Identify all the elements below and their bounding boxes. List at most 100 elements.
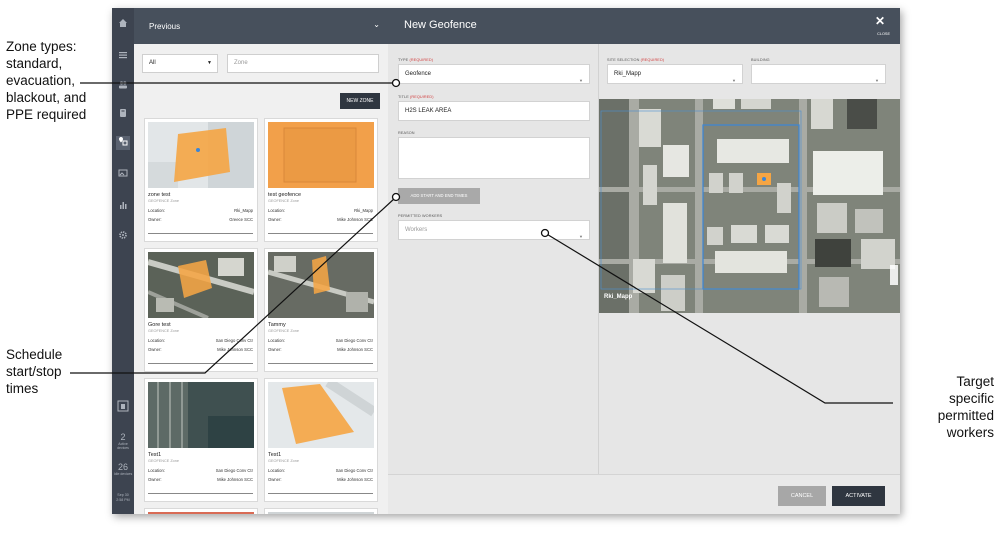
- gear-icon[interactable]: [116, 230, 130, 244]
- chevron-down-icon: ▼: [732, 78, 736, 83]
- zone-owner: Mike Johnson SCC: [337, 217, 373, 222]
- close-icon[interactable]: ✕: [875, 14, 885, 28]
- zone-type: GEOFENCE Zone: [148, 329, 180, 333]
- zone-name: zone test: [148, 192, 171, 198]
- zone-thumbnail: [268, 382, 374, 448]
- card-divider: [268, 493, 373, 494]
- zone-search-input[interactable]: Zone: [227, 54, 379, 73]
- zone-card[interactable]: Test1 GEOFENCE Zone Location: San Diego C…: [264, 378, 378, 502]
- zone-card[interactable]: test geofence GEOFENCE Zone Location: Rki…: [264, 118, 378, 242]
- zone-location: Rki_Mapp: [234, 208, 253, 213]
- zone-card[interactable]: Gore test GEOFENCE Zone Location: San Die…: [144, 248, 258, 372]
- device-icon[interactable]: [116, 400, 130, 414]
- add-start-end-times-button[interactable]: ADD START AND END TIMES: [398, 188, 480, 204]
- location-label: Location:: [268, 338, 285, 343]
- form-footer: CANCEL ACTIVATE: [388, 474, 900, 514]
- zone-card[interactable]: Tammy GEOFENCE Zone Location: San Diego C…: [264, 248, 378, 372]
- location-label: Location:: [148, 338, 165, 343]
- building-select[interactable]: ▼: [751, 64, 886, 84]
- zone-name: Test1: [268, 452, 282, 458]
- filter-value: All: [149, 60, 156, 66]
- zone-card[interactable]: zone test GEOFENCE Zone Location: Rki_Map…: [144, 118, 258, 242]
- list-header-title: Previous: [149, 22, 181, 31]
- zone-card[interactable]: [144, 508, 258, 514]
- zone-name: test geofence: [268, 192, 302, 198]
- form-header: New Geofence ✕ CLOSE: [388, 8, 900, 44]
- card-divider: [148, 493, 253, 494]
- zone-name: Test1: [148, 452, 162, 458]
- location-label: Location:: [148, 468, 165, 473]
- idle-devices-stat: 26 Idle devices: [113, 462, 133, 476]
- zone-filter-select[interactable]: All ▼: [142, 54, 218, 73]
- type-label: TYPE (REQUIRED): [398, 58, 434, 62]
- card-divider: [148, 363, 253, 364]
- close-button-label[interactable]: CLOSE: [877, 32, 890, 36]
- nav-rail: 2 Active devices 26 Idle devices Sep 30 …: [112, 8, 134, 514]
- type-value: Geofence: [405, 71, 432, 77]
- chevron-down-icon[interactable]: ⌄: [373, 20, 380, 29]
- zone-location: San Diego Conv Ctr: [335, 468, 373, 473]
- zone-owner: Mike Johnson SCC: [217, 347, 253, 352]
- site-value: Rki_Mapp: [614, 71, 642, 77]
- badge-icon[interactable]: [116, 108, 130, 122]
- zone-location: Rki_Mapp: [354, 208, 373, 213]
- zone-thumbnail: [148, 252, 254, 318]
- callout-schedule: Schedule start/stop times: [6, 347, 63, 396]
- zone-thumbnail: [148, 122, 254, 188]
- active-devices-stat: 2 Active devices: [117, 432, 129, 450]
- card-divider: [148, 233, 253, 234]
- owner-label: Owner:: [268, 217, 282, 222]
- geofence-icon[interactable]: [116, 136, 130, 150]
- activate-button[interactable]: ACTIVATE: [832, 486, 885, 506]
- new-geofence-panel: New Geofence ✕ CLOSE TYPE (REQUIRED) Geo…: [388, 8, 900, 514]
- image-icon[interactable]: [116, 168, 130, 182]
- list-icon[interactable]: [116, 50, 130, 64]
- zone-type: GEOFENCE Zone: [268, 459, 300, 463]
- title-label: TITLE (REQUIRED): [398, 95, 434, 99]
- title-input[interactable]: H2S LEAK AREA: [398, 101, 590, 121]
- site-selection-label: SITE SELECTION (REQUIRED): [607, 58, 665, 62]
- owner-label: Owner:: [148, 217, 162, 222]
- building-label: BUILDING: [751, 58, 770, 62]
- site-map[interactable]: Rki_Mapp: [599, 99, 900, 313]
- zone-thumbnail: [148, 382, 254, 448]
- map-site-label: Rki_Mapp: [604, 294, 633, 300]
- app-window: 2 Active devices 26 Idle devices Sep 30 …: [112, 8, 900, 514]
- zone-thumbnail: [268, 252, 374, 318]
- new-zone-button[interactable]: NEW ZONE: [340, 93, 380, 109]
- owner-label: Owner:: [148, 477, 162, 482]
- people-icon[interactable]: [116, 80, 130, 94]
- zone-type: GEOFENCE Zone: [268, 199, 300, 203]
- zone-location: San Diego Conv Ctr: [215, 338, 253, 343]
- zone-location: San Diego Conv Ctr: [215, 468, 253, 473]
- chevron-down-icon: ▼: [579, 234, 583, 239]
- home-icon[interactable]: [116, 18, 130, 32]
- zone-card[interactable]: [264, 508, 378, 514]
- zone-name: Gore test: [148, 322, 171, 328]
- title-value: H2S LEAK AREA: [405, 108, 452, 114]
- location-label: Location:: [148, 208, 165, 213]
- permitted-workers-label: PERMITTED WORKERS: [398, 214, 443, 218]
- zone-owner: Mike Johnson SCC: [337, 477, 373, 482]
- reason-textarea[interactable]: [398, 137, 590, 179]
- card-divider: [268, 233, 373, 234]
- chevron-down-icon: ▼: [207, 60, 212, 66]
- zone-owner: Mike Johnson SCC: [217, 477, 253, 482]
- zone-thumbnail: [268, 512, 374, 514]
- zone-location: San Diego Conv Ctr: [335, 338, 373, 343]
- zoom-control[interactable]: [890, 265, 898, 285]
- chart-icon[interactable]: [116, 200, 130, 214]
- callout-zone-types: Zone types: standard, evacuation, blacko…: [6, 39, 87, 122]
- zone-thumbnail: [148, 512, 254, 514]
- page-title: New Geofence: [404, 19, 477, 31]
- cancel-button[interactable]: CANCEL: [778, 486, 826, 506]
- site-selection-select[interactable]: Rki_Mapp ▼: [607, 64, 743, 84]
- zone-owner: Mike Johnson SCC: [337, 347, 373, 352]
- permitted-workers-select[interactable]: Workers ▼: [398, 220, 590, 240]
- list-header[interactable]: Previous ⌄: [134, 8, 388, 44]
- owner-label: Owner:: [148, 347, 162, 352]
- zone-card[interactable]: Test1 GEOFENCE Zone Location: San Diego C…: [144, 378, 258, 502]
- owner-label: Owner:: [268, 477, 282, 482]
- location-label: Location:: [268, 468, 285, 473]
- type-select[interactable]: Geofence ▼: [398, 64, 590, 84]
